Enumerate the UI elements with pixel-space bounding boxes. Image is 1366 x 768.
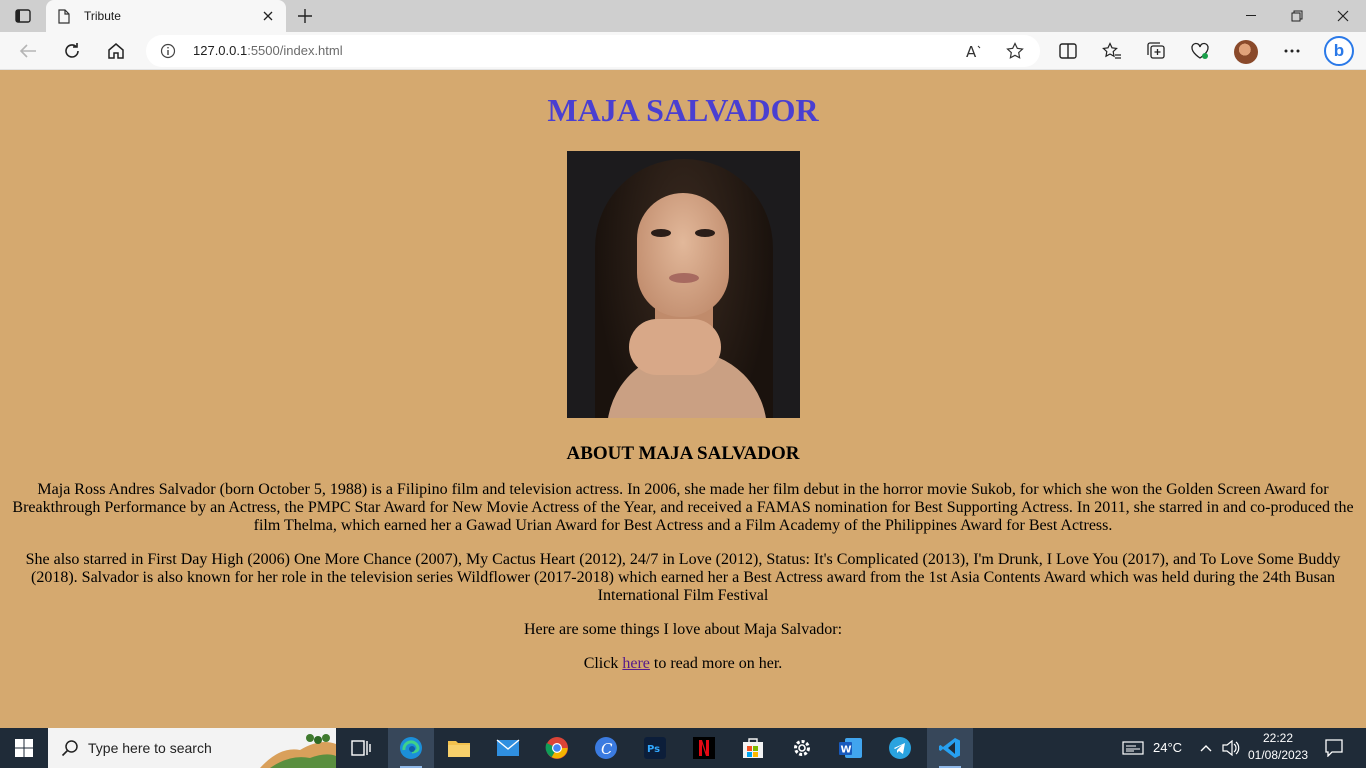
url-path: :5500/index.html: [247, 43, 343, 58]
read-more-prefix: Click: [583, 655, 623, 672]
portrait-image: [566, 151, 800, 418]
mail-icon[interactable]: [485, 728, 531, 768]
browser-tabstrip: Tribute: [0, 0, 1366, 32]
profile-avatar[interactable]: [1234, 40, 1258, 64]
photoshop-icon[interactable]: Ps: [632, 728, 678, 768]
favorite-star-icon[interactable]: [1004, 41, 1026, 61]
tab-actions-icon[interactable]: [12, 6, 34, 26]
tab-title: Tribute: [84, 9, 121, 23]
weather-temperature[interactable]: 24°C: [1153, 740, 1182, 755]
search-icon: [60, 738, 80, 758]
site-info-icon[interactable]: [160, 43, 176, 59]
portrait-hand: [628, 319, 721, 375]
read-more-link[interactable]: here: [622, 655, 650, 672]
windows-start-icon[interactable]: [0, 728, 48, 768]
page-icon: [58, 8, 72, 24]
url-text[interactable]: 127.0.0.1:5500/index.html: [193, 43, 343, 58]
search-placeholder: Type here to search: [88, 740, 212, 756]
refresh-icon[interactable]: [57, 36, 87, 66]
back-icon[interactable]: [13, 36, 43, 66]
svg-text:A: A: [966, 43, 977, 59]
settings-gear-icon[interactable]: [779, 728, 825, 768]
split-screen-icon[interactable]: [1053, 36, 1083, 66]
tab-tribute[interactable]: Tribute: [46, 0, 286, 32]
weather-icon[interactable]: [1118, 728, 1148, 768]
minimize-icon[interactable]: [1228, 0, 1274, 32]
windows-taskbar: Type here to search C Ps W 24°C 22:22 01…: [0, 728, 1366, 768]
bing-chat-icon[interactable]: b: [1324, 36, 1354, 66]
about-heading: ABOUT MAJA SALVADOR: [566, 443, 800, 464]
speaker-icon[interactable]: [1218, 728, 1244, 768]
portrait-lips: [668, 273, 699, 283]
browser-essentials-icon[interactable]: [1185, 36, 1215, 66]
love-list-intro: Here are some things I love about Maja S…: [523, 621, 843, 638]
canva-icon[interactable]: C: [583, 728, 629, 768]
url-host: 127.0.0.1: [193, 43, 248, 58]
edge-taskbar-icon[interactable]: [388, 728, 434, 768]
bio-paragraph-2: She also starred in First Day High (2006…: [25, 551, 1341, 604]
more-options-icon[interactable]: [1277, 36, 1307, 66]
portrait-eye-right: [694, 229, 715, 237]
vscode-icon[interactable]: [927, 728, 973, 768]
new-tab-icon[interactable]: [292, 4, 318, 28]
microsoft-store-icon[interactable]: [730, 728, 776, 768]
chrome-icon[interactable]: [534, 728, 580, 768]
home-icon[interactable]: [101, 36, 131, 66]
search-highlight-image: [260, 728, 336, 768]
close-window-icon[interactable]: [1320, 0, 1366, 32]
notifications-icon[interactable]: [1316, 728, 1352, 768]
page-title: MAJA SALVADOR: [547, 92, 819, 128]
task-view-icon[interactable]: [338, 728, 384, 768]
bio-paragraph-1: Maja Ross Andres Salvador (born October …: [12, 481, 1354, 534]
taskbar-search-box[interactable]: Type here to search: [48, 728, 336, 768]
svg-text:C: C: [601, 740, 613, 758]
web-page: MAJA SALVADOR ABOUT MAJA SALVADOR Maja R…: [0, 71, 1366, 728]
read-more-line: Click here to read more on her.: [12, 655, 1354, 673]
portrait-eye-left: [650, 229, 671, 237]
netflix-icon[interactable]: [681, 728, 727, 768]
portrait-face: [636, 193, 729, 317]
telegram-icon[interactable]: [877, 728, 923, 768]
system-clock[interactable]: 22:22 01/08/2023: [1248, 730, 1308, 764]
svg-text:Ps: Ps: [647, 744, 660, 755]
clock-time: 22:22: [1262, 731, 1294, 745]
chevron-up-icon[interactable]: [1194, 728, 1218, 768]
restore-icon[interactable]: [1274, 0, 1320, 32]
browser-toolbar: 127.0.0.1:5500/index.html A: [0, 32, 1366, 70]
word-icon[interactable]: W: [828, 728, 874, 768]
favorites-icon[interactable]: [1097, 36, 1127, 66]
file-explorer-icon[interactable]: [436, 728, 482, 768]
clock-date: 01/08/2023: [1248, 748, 1309, 762]
close-tab-icon[interactable]: [256, 4, 280, 28]
address-bar[interactable]: 127.0.0.1:5500/index.html A: [146, 35, 1040, 67]
read-more-suffix: to read more on her.: [649, 655, 783, 672]
collections-icon[interactable]: [1141, 36, 1171, 66]
svg-text:W: W: [841, 745, 852, 756]
read-aloud-icon[interactable]: A: [964, 41, 986, 61]
